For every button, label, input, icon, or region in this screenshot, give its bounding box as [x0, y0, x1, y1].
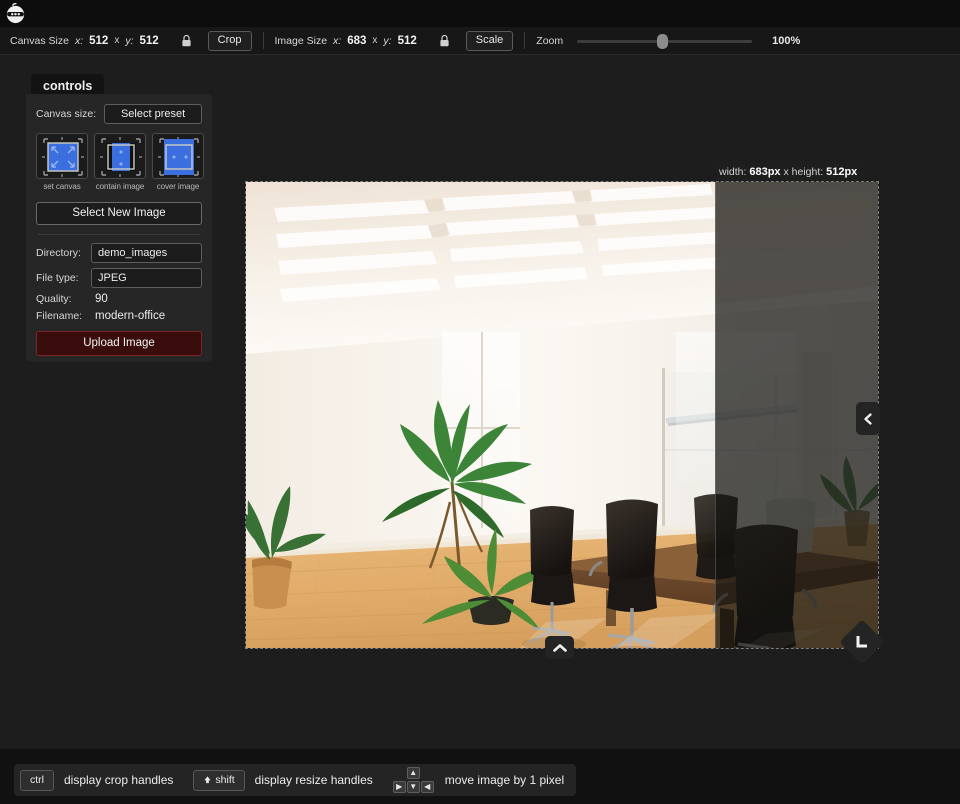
image-lock-icon[interactable] — [439, 34, 450, 47]
toolbar-divider-1 — [263, 32, 264, 49]
canvas-x-label: x: — [75, 35, 83, 47]
filename-label: Filename: — [36, 310, 91, 322]
filename-row: Filename: modern-office — [36, 310, 202, 322]
badge-width-label: width: — [719, 166, 746, 178]
image-y-label: y: — [383, 35, 391, 47]
shift-key-label: shift — [215, 774, 234, 786]
arrow-keys-cluster: ▲ ▶ ▼ ◀ — [393, 766, 435, 794]
arrow-up-key: ▲ — [407, 767, 420, 779]
toolbar-divider-2 — [524, 32, 525, 49]
select-new-image-button[interactable]: Select New Image — [36, 202, 202, 225]
resize-handle-bottom[interactable] — [545, 636, 574, 659]
badge-separator: x — [783, 166, 788, 178]
zoom-slider-knob[interactable] — [657, 34, 668, 49]
cover-image-icon[interactable] — [152, 133, 204, 179]
preset-caption: contain image — [94, 182, 146, 191]
ctrl-key: ctrl — [20, 770, 54, 791]
zoom-slider[interactable] — [577, 34, 752, 48]
crop-button[interactable]: Crop — [208, 31, 252, 51]
badge-width-value: 683px — [749, 166, 780, 178]
arrow-up-icon — [203, 775, 212, 784]
quality-row: Quality: 90 — [36, 293, 202, 305]
canvas-x-value[interactable]: 512 — [89, 35, 108, 47]
directory-row: Directory: demo_images — [36, 243, 202, 263]
chevron-up-icon — [552, 642, 568, 654]
crop-boundary-line — [715, 182, 716, 648]
upload-image-button[interactable]: Upload Image — [36, 331, 202, 356]
zoom-group: Zoom 100% — [536, 34, 800, 48]
canvas-size-preset-label: Canvas size: — [36, 108, 96, 120]
arrow-right-key: ▶ — [393, 781, 406, 793]
chevron-left-icon — [861, 412, 875, 426]
resize-corner-icon — [854, 634, 870, 650]
quality-value[interactable]: 90 — [91, 293, 108, 305]
top-toolbar: Canvas Size x: 512 x y: 512 Crop Image S… — [0, 27, 960, 55]
panel-divider — [38, 234, 200, 235]
scale-button[interactable]: Scale — [466, 31, 514, 51]
ctrl-help-text: display crop handles — [64, 773, 173, 787]
arrow-down-key: ▼ — [407, 781, 420, 793]
badge-height-value: 512px — [826, 166, 857, 178]
set-canvas-icon[interactable] — [36, 133, 88, 179]
preset-select[interactable]: Select preset — [104, 104, 202, 124]
quality-label: Quality: — [36, 293, 91, 305]
image-size-badge: width: 683px x height: 512px — [710, 162, 866, 183]
canvas-y-value[interactable]: 512 — [139, 35, 158, 47]
image-size-group: Image Size x: 683 x y: 512 Scale — [275, 31, 514, 51]
filetype-row: File type: JPEG — [36, 268, 202, 288]
resize-handle-right[interactable] — [856, 402, 880, 435]
canvas-size-separator: x — [114, 35, 119, 46]
filetype-label: File type: — [36, 272, 91, 284]
canvas-size-preset-row: Canvas size: Select preset — [36, 104, 202, 124]
canvas-size-group: Canvas Size x: 512 x y: 512 Crop — [10, 31, 252, 51]
preset-caption: set canvas — [36, 182, 88, 191]
image-stage[interactable] — [246, 182, 878, 648]
directory-input[interactable]: demo_images — [91, 243, 202, 263]
preset-contain-image[interactable]: contain image — [94, 133, 146, 191]
zoom-label: Zoom — [536, 35, 563, 47]
preset-thumbnails: set canvas contain image — [36, 133, 202, 191]
filetype-select[interactable]: JPEG — [91, 268, 202, 288]
image-size-label: Image Size — [275, 35, 328, 47]
controls-panel: Canvas size: Select preset — [26, 94, 212, 362]
image-size-separator: x — [372, 35, 377, 46]
preset-set-canvas[interactable]: set canvas — [36, 133, 88, 191]
office-photo[interactable] — [246, 182, 878, 648]
arrow-left-key: ◀ — [421, 781, 434, 793]
image-x-label: x: — [333, 35, 341, 47]
shift-key: shift — [193, 770, 244, 791]
preset-cover-image[interactable]: cover image — [152, 133, 204, 191]
logo-bar — [0, 0, 960, 27]
badge-height-label: height: — [792, 166, 824, 178]
arrows-help-text: move image by 1 pixel — [445, 773, 564, 787]
zoom-value: 100% — [772, 35, 800, 47]
canvas-size-label: Canvas Size — [10, 35, 69, 47]
canvas-lock-icon[interactable] — [181, 34, 192, 47]
image-x-value[interactable]: 683 — [347, 35, 366, 47]
filename-value[interactable]: modern-office — [91, 310, 165, 322]
shift-help-text: display resize handles — [255, 773, 373, 787]
ninja-mask-logo-icon[interactable] — [4, 2, 27, 25]
preset-caption: cover image — [152, 182, 204, 191]
contain-image-icon[interactable] — [94, 133, 146, 179]
directory-label: Directory: — [36, 247, 91, 259]
image-y-value[interactable]: 512 — [398, 35, 417, 47]
help-shortcuts: ctrl display crop handles shift display … — [14, 764, 576, 796]
canvas-y-label: y: — [125, 35, 133, 47]
office-photo-graphic — [246, 182, 878, 648]
